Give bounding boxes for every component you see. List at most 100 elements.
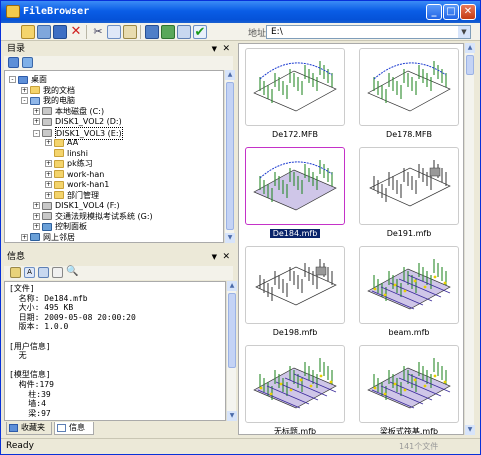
file-thumbnail[interactable]: 无标题.mfb [243, 343, 347, 434]
delete-icon[interactable]: ✕ [69, 25, 83, 39]
edit-icon[interactable] [10, 267, 21, 278]
folder-icon [54, 138, 64, 147]
paste-icon[interactable] [123, 25, 137, 39]
tree-item[interactable]: + DISK1_VOL4 (F:) [33, 200, 120, 211]
file-thumbnail[interactable]: De198.mfb [243, 244, 347, 340]
file-grid[interactable]: De172.MFB De178.MFB De184.mfb De191.mfb De19… [238, 43, 464, 435]
scroll-thumb[interactable] [226, 82, 234, 230]
expand-icon[interactable]: + [33, 107, 40, 115]
tree-item[interactable]: + work-han1 [45, 179, 109, 190]
expand-icon[interactable]: + [45, 160, 52, 167]
collapse-icon[interactable]: - [9, 76, 16, 83]
expand-icon[interactable]: + [21, 233, 28, 241]
tree-item[interactable]: + 部门管理 [45, 190, 99, 201]
drive-icon [42, 201, 52, 210]
save-icon[interactable] [53, 25, 67, 39]
collapse-icon[interactable]: - [21, 97, 28, 104]
font-icon[interactable]: A [24, 267, 35, 278]
tree-item[interactable]: + 交通法规模拟考试系统 (G:) [33, 211, 153, 222]
tree-item[interactable]: - DISK1_VOL3 (E:) [33, 126, 123, 140]
tab-favorites[interactable]: 收藏夹 [6, 422, 52, 435]
tree-item[interactable]: - 桌面 [9, 74, 47, 85]
info-scrollbar[interactable]: ▲ ▼ [226, 281, 237, 421]
expand-icon[interactable]: + [45, 139, 52, 146]
edit-icon[interactable] [37, 25, 51, 39]
expand-icon[interactable]: + [33, 202, 40, 209]
cut-icon[interactable]: ✂ [91, 25, 105, 39]
close-panel-icon[interactable]: ✕ [222, 43, 230, 56]
computer-icon[interactable] [22, 57, 33, 68]
file-name-caption: De184.mfb [243, 229, 347, 239]
search-icon[interactable]: 🔍 [66, 266, 78, 278]
copy-icon[interactable] [107, 25, 121, 39]
page-icon[interactable] [52, 267, 63, 278]
scroll-down-icon[interactable]: ▼ [465, 425, 475, 435]
open-folder-icon[interactable] [21, 25, 35, 39]
scroll-up-icon[interactable]: ▲ [225, 70, 235, 80]
title-bar[interactable]: FileBrowser _ □ ✕ [1, 1, 480, 23]
refresh-icon[interactable] [161, 25, 175, 39]
tree-item[interactable]: + DISK1_VOL2 (D:) [33, 116, 122, 127]
minimize-button[interactable]: _ [426, 4, 442, 20]
maximize-button[interactable]: □ [443, 4, 459, 20]
file-name-caption: De172.MFB [243, 130, 347, 140]
file-thumbnail[interactable]: De178.MFB [357, 46, 461, 142]
file-name: De191.mfb [386, 229, 432, 238]
tab-label: 收藏夹 [21, 423, 45, 432]
info-line: 无 [9, 351, 27, 361]
tree-item[interactable]: + 控制面板 [33, 221, 87, 232]
scroll-down-icon[interactable]: ▼ [225, 233, 235, 243]
tree-item[interactable]: + AA [45, 137, 78, 148]
thumbnails-icon[interactable] [177, 25, 191, 39]
grid-scrollbar[interactable]: ▲ ▼ [464, 43, 475, 435]
chevron-down-icon[interactable]: ▼ [458, 26, 470, 38]
info-line: 版本: 1.0.0 [9, 322, 69, 332]
tab-info[interactable]: 信息 [54, 422, 94, 435]
scroll-thumb[interactable] [228, 293, 236, 368]
tree-item[interactable]: - 我的电脑 [21, 95, 75, 106]
expand-icon[interactable]: + [33, 118, 40, 125]
dropdown-arrow-icon[interactable]: ▼ [212, 43, 217, 56]
info-line: [文件] [9, 284, 35, 293]
home-icon[interactable] [8, 57, 19, 68]
tree-item[interactable]: + pk练习 [45, 158, 93, 169]
file-thumbnail[interactable]: beam.mfb [357, 244, 461, 340]
file-thumbnail[interactable]: De191.mfb [357, 145, 461, 241]
tree-item[interactable]: + 本地磁盘 (C:) [33, 106, 104, 117]
info-line: 名称: De184.mfb [9, 293, 88, 303]
tree-item[interactable]: + 网上邻居 [21, 232, 75, 243]
scroll-thumb[interactable] [466, 55, 474, 75]
scroll-up-icon[interactable]: ▲ [465, 43, 475, 53]
dropdown-arrow-icon[interactable]: ▼ [212, 251, 217, 264]
collapse-icon[interactable]: - [33, 129, 40, 137]
pc-icon [30, 96, 40, 105]
file-thumbnail[interactable]: 梁板式筏基.mfb [357, 343, 461, 434]
address-input[interactable]: E:\ ▼ [266, 25, 471, 39]
close-button[interactable]: ✕ [460, 4, 476, 20]
file-thumbnail[interactable]: De172.MFB [243, 46, 347, 142]
expand-icon[interactable]: + [45, 181, 52, 188]
panel-icon [42, 222, 52, 231]
check-icon[interactable]: ✔ [193, 25, 207, 39]
tree-item-label: DISK1_VOL2 (D:) [55, 117, 122, 126]
toolbar-separator [86, 25, 87, 39]
image-icon[interactable] [38, 267, 49, 278]
folder-tree[interactable]: - 桌面 + 我的文档 - 我的电脑 + 本地磁盘 (C:) + DISK1_VOL2 (D:) -… [4, 70, 224, 243]
expand-icon[interactable]: + [45, 170, 52, 178]
model-preview [245, 345, 345, 423]
expand-icon[interactable]: + [33, 212, 40, 220]
expand-icon[interactable]: + [21, 86, 28, 94]
expand-icon[interactable]: + [45, 191, 52, 199]
model-preview [245, 48, 345, 126]
tree-scrollbar[interactable]: ▲ ▼ [224, 70, 235, 243]
view-icon[interactable] [145, 25, 159, 39]
scroll-down-icon[interactable]: ▼ [227, 411, 237, 421]
expand-icon[interactable]: + [33, 223, 40, 230]
info-panel-toolbar: A 🔍 [4, 266, 233, 280]
file-thumbnail[interactable]: De184.mfb [243, 145, 347, 241]
tree-item[interactable]: + 我的文档 [21, 85, 75, 96]
tree-item[interactable]: linshi [45, 148, 88, 159]
scroll-up-icon[interactable]: ▲ [227, 281, 237, 291]
tree-item[interactable]: + work-han [45, 169, 104, 180]
close-panel-icon[interactable]: ✕ [222, 251, 230, 264]
